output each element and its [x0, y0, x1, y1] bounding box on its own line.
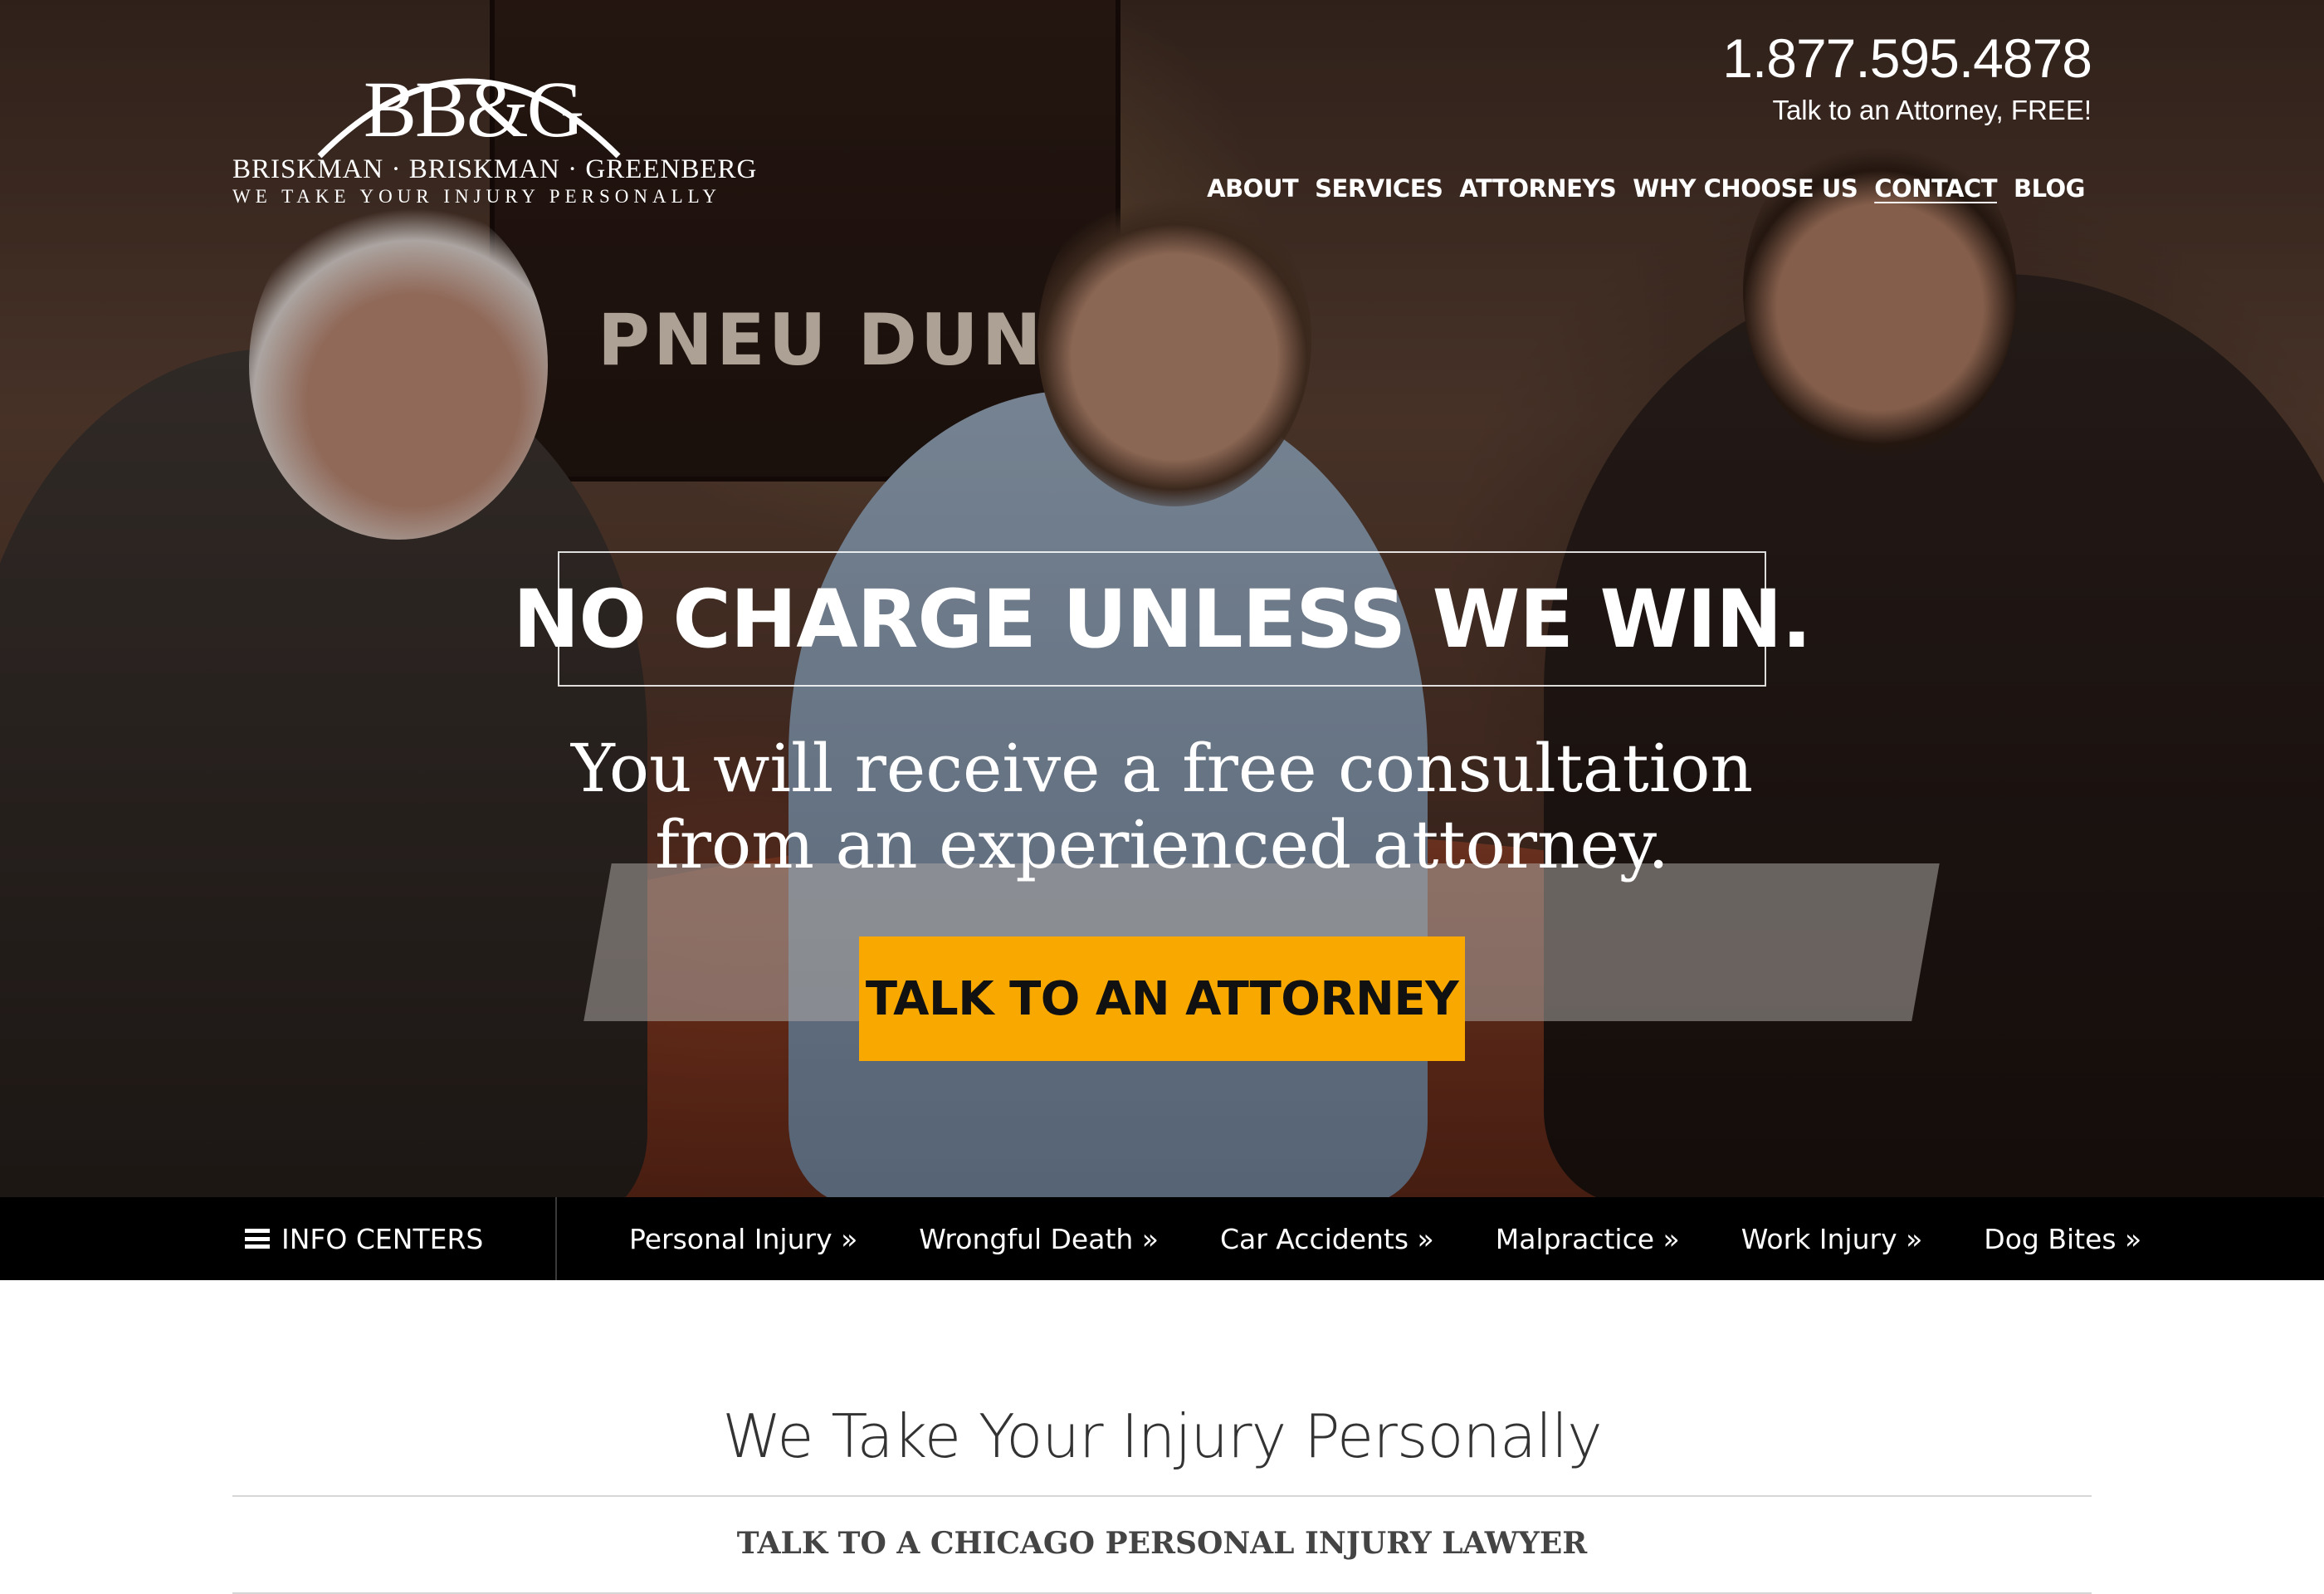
info-link-personal-injury[interactable]: Personal Injury » — [629, 1223, 857, 1255]
nav-item-why-choose-us[interactable]: WHY CHOOSE US — [1633, 174, 1858, 203]
info-link-malpractice[interactable]: Malpractice » — [1496, 1223, 1680, 1255]
hero-subhead-line-2: from an experienced attorney. — [655, 806, 1669, 883]
info-link-wrongful-death[interactable]: Wrongful Death » — [919, 1223, 1159, 1255]
nav-item-contact[interactable]: CONTACT — [1874, 174, 1997, 203]
info-centers-bar: INFO CENTERS Personal Injury » Wrongful … — [0, 1197, 2324, 1280]
hero-subhead-line-1: You will receive a free consultation — [571, 730, 1753, 807]
info-bar-divider — [555, 1197, 557, 1280]
nav-item-about[interactable]: ABOUT — [1207, 174, 1299, 203]
main-nav: ABOUT SERVICES ATTORNEYS WHY CHOOSE US C… — [1207, 174, 2085, 203]
section-title: We Take Your Injury Personally — [722, 1401, 1603, 1471]
headline-box: NO CHARGE UNLESS WE WIN. — [513, 551, 1812, 687]
hamburger-menu-icon — [245, 1229, 270, 1249]
hero-section: PNEU DUNLOP BB&G BRISKMAN · BRISKMAN · G… — [0, 0, 2324, 1197]
divider-top — [232, 1495, 2092, 1497]
info-links: Personal Injury » Wrongful Death » Car A… — [629, 1197, 2141, 1280]
hero-subhead: You will receive a free consultation fro… — [332, 731, 1992, 883]
phone-number-link[interactable]: 1.877.595.4878 — [1722, 27, 2092, 90]
logo-firm-name: BRISKMAN · BRISKMAN · GREENBERG — [232, 154, 758, 184]
hero-headline: NO CHARGE UNLESS WE WIN. — [513, 572, 1812, 666]
brand-logo[interactable]: BB&G BRISKMAN · BRISKMAN · GREENBERG WE … — [232, 32, 758, 210]
info-link-work-injury[interactable]: Work Injury » — [1741, 1223, 1923, 1255]
nav-item-blog[interactable]: BLOG — [2014, 174, 2086, 203]
logo-tagline: WE TAKE YOUR INJURY PERSONALLY — [232, 186, 722, 207]
section-subtitle: TALK TO A CHICAGO PERSONAL INJURY LAWYER — [736, 1526, 1588, 1561]
info-link-dog-bites[interactable]: Dog Bites » — [1984, 1223, 2141, 1255]
info-centers-menu[interactable]: INFO CENTERS — [245, 1197, 483, 1280]
nav-item-attorneys[interactable]: ATTORNEYS — [1459, 174, 1616, 203]
talk-to-attorney-button[interactable]: TALK TO AN ATTORNEY — [859, 936, 1465, 1061]
phone-subtext: Talk to an Attorney, FREE! — [1772, 95, 2092, 125]
logo-mark: BB&G — [363, 65, 584, 154]
cta-label: TALK TO AN ATTORNEY — [865, 971, 1459, 1026]
info-centers-label: INFO CENTERS — [281, 1222, 484, 1255]
nav-item-services[interactable]: SERVICES — [1315, 174, 1443, 203]
info-link-car-accidents[interactable]: Car Accidents » — [1220, 1223, 1434, 1255]
